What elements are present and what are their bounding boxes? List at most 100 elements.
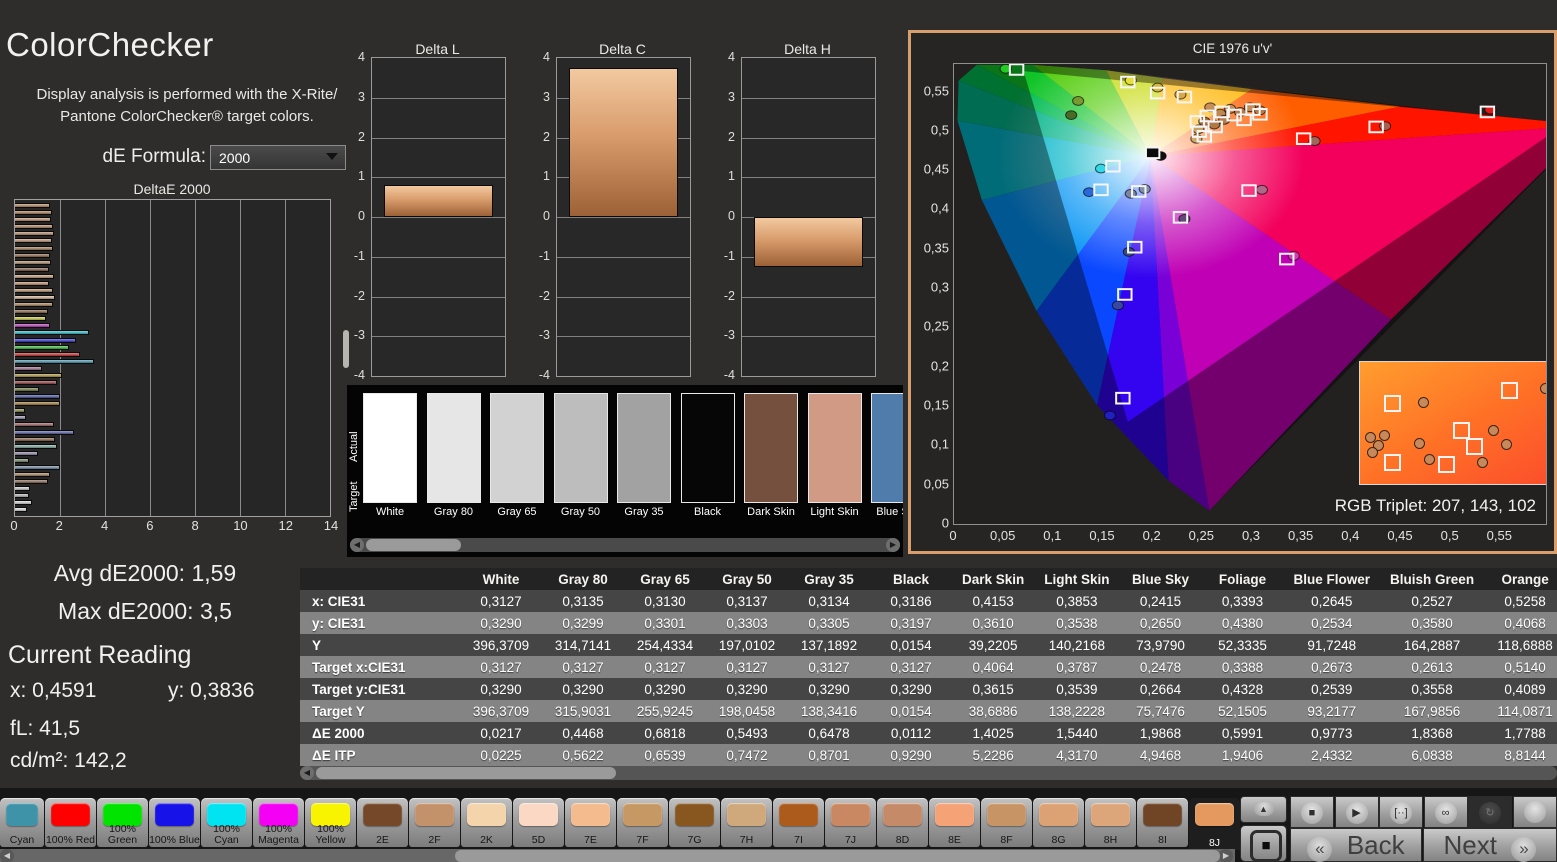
patch-swatch[interactable]	[490, 393, 544, 503]
patch-scrollbar[interactable]: ◀ ▶	[0, 849, 1235, 862]
table-cell: 52,3335	[1201, 634, 1284, 656]
table-column-header: Gray 50	[706, 568, 788, 590]
deltae-bars	[15, 202, 330, 514]
table-cell: 0,3290	[460, 612, 542, 634]
y-tick-label: 0,05	[923, 476, 949, 492]
deltae-bar	[15, 500, 32, 506]
loop-button[interactable]: ∞	[1423, 796, 1468, 828]
table-corner	[300, 568, 460, 590]
stop-button[interactable]: ■	[1290, 796, 1334, 828]
swatch-label: Light Skin	[810, 506, 859, 518]
patch-button-100-yellow[interactable]: 100% Yellow	[305, 798, 356, 847]
strip-scrollbar[interactable]: ◀ ▶	[350, 538, 900, 552]
strip-scroll-thumb[interactable]	[366, 539, 461, 551]
scroll-left-icon[interactable]: ◀	[350, 538, 364, 552]
deltae-bar-chart	[14, 199, 331, 517]
scroll-right-icon[interactable]: ▶	[886, 538, 900, 552]
deltae-bar	[15, 252, 50, 258]
gridline	[742, 177, 875, 179]
patch-swatch[interactable]	[744, 393, 798, 503]
patch-button-7g[interactable]: 7G	[669, 798, 720, 847]
deltae-bar	[15, 210, 53, 216]
patch-swatch[interactable]	[807, 393, 862, 503]
gridline	[742, 336, 875, 338]
inset-target-marker	[1501, 381, 1519, 399]
table-row: ΔE ITP 0,0225 0,5622 0,6539 0,7472 0,8701 0,92…	[300, 744, 1557, 766]
patch-button-8d[interactable]: 8D	[877, 798, 928, 847]
table-cell: 0,9290	[870, 744, 952, 766]
y-tick-label: 4	[543, 50, 550, 64]
table-row-label: ΔE 2000	[300, 722, 460, 744]
refresh-button[interactable]: ↻	[1468, 796, 1512, 828]
colorchecker-app: ColorChecker Display analysis is perform…	[0, 0, 1557, 862]
table-cell: 0,3853	[1034, 590, 1120, 612]
patch-button-7j[interactable]: 7J	[825, 798, 876, 847]
patch-swatch[interactable]	[553, 393, 608, 503]
scroll-left-icon[interactable]: ◀	[300, 766, 314, 780]
deltae-bar	[15, 203, 50, 209]
formula-row: dE Formula: 2000	[0, 145, 348, 171]
patch-swatch[interactable]	[680, 393, 735, 503]
splitter-handle[interactable]	[343, 330, 349, 368]
patch-button-7i[interactable]: 7I	[773, 798, 824, 847]
x-tick-label: 0,4	[1341, 528, 1360, 543]
patch-button-100-cyan[interactable]: 100% Cyan	[201, 798, 252, 847]
patch-button-label: 7E	[584, 833, 597, 846]
stop-icon: ■	[1301, 802, 1323, 824]
patch-button-5d[interactable]: 5D	[513, 798, 564, 847]
collapse-up-button[interactable]: ▲	[1240, 796, 1287, 823]
patch-button-100-red[interactable]: 100% Red	[45, 798, 96, 847]
patch-button-7e[interactable]: 7E	[565, 798, 616, 847]
stop-square-button[interactable]: ■	[1240, 825, 1287, 862]
formula-dropdown[interactable]: 2000	[210, 145, 346, 170]
gridline	[557, 217, 690, 218]
table-cell: 0,3299	[542, 612, 624, 634]
patch-button-100-green[interactable]: 100% Green	[97, 798, 148, 847]
patch-button-cyan[interactable]: Cyan	[0, 798, 44, 847]
y-tick-label: 2	[543, 129, 550, 144]
table-scrollbar[interactable]: ◀	[300, 766, 1557, 780]
y-tick-label: -2	[353, 288, 365, 303]
inset-target-marker	[1438, 455, 1456, 473]
patch-swatch[interactable]	[363, 393, 417, 503]
patch-button-100-blue[interactable]: 100% Blue	[149, 798, 200, 847]
back-button[interactable]: « Back	[1290, 828, 1422, 862]
next-button[interactable]: Next »	[1423, 828, 1557, 862]
table-cell: 0,5258	[1484, 590, 1557, 612]
patch-button-7f[interactable]: 7F	[617, 798, 668, 847]
patch-button-100-magenta[interactable]: 100% Magenta	[253, 798, 304, 847]
scroll-left-icon[interactable]: ◀	[0, 849, 14, 862]
patch-scroll-thumb[interactable]	[455, 850, 1220, 862]
patch-swatch[interactable]	[871, 393, 903, 503]
patch-button-8i[interactable]: 8I	[1137, 798, 1188, 847]
patch-swatch[interactable]	[617, 393, 671, 503]
table-scroll-thumb[interactable]	[316, 767, 616, 779]
patch-button-7h[interactable]: 7H	[721, 798, 772, 847]
scroll-right-icon[interactable]: ▶	[1219, 849, 1233, 862]
y-tick-label: 3	[358, 89, 365, 104]
y-tick-label: -4	[723, 368, 735, 382]
patch-button-8e[interactable]: 8E	[929, 798, 980, 847]
table-cell: 0,2478	[1119, 656, 1202, 678]
patch-swatch[interactable]	[426, 393, 481, 503]
blank-button[interactable]	[1512, 796, 1557, 828]
table-cell: 0,3127	[542, 656, 624, 678]
patch-button-8f[interactable]: 8F	[981, 798, 1032, 847]
patch-button-8g[interactable]: 8G	[1033, 798, 1084, 847]
patch-button-label: 5D	[531, 833, 546, 846]
patch-button-2e[interactable]: 2E	[357, 798, 408, 847]
table-cell: 0,4153	[952, 590, 1035, 612]
patch-button-8j[interactable]: 8J	[1189, 798, 1240, 850]
range-button[interactable]: [··]	[1379, 796, 1423, 828]
play-button[interactable]: ▶	[1334, 796, 1379, 828]
swatch-label: Blue Sky	[876, 506, 903, 518]
patch-button-label: 8E	[948, 833, 961, 846]
gridline	[372, 336, 505, 338]
patch-button-2f[interactable]: 2F	[409, 798, 460, 847]
deltae-bar	[15, 436, 56, 442]
patch-button-2k[interactable]: 2K	[461, 798, 512, 847]
stop-icon: ■	[1250, 830, 1282, 862]
x-tick-label: 0,3	[1241, 528, 1261, 543]
delta-chart-plot	[741, 57, 876, 377]
patch-button-8h[interactable]: 8H	[1085, 798, 1136, 847]
